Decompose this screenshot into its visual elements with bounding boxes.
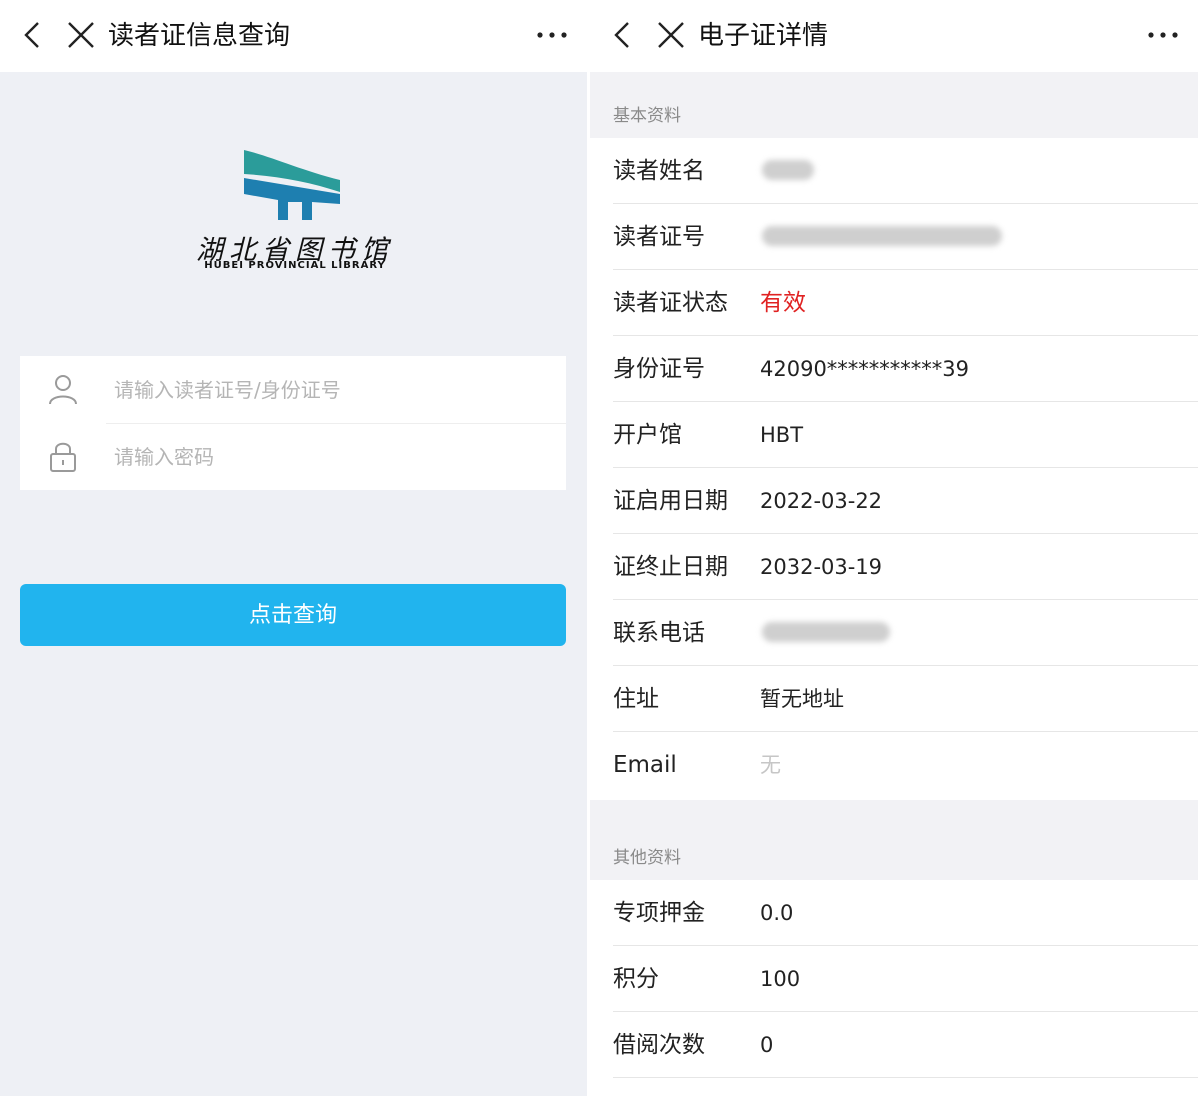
row-label: 身份证号 (613, 356, 705, 382)
row-value: 0.0 (760, 901, 794, 925)
row-phone: 联系电话 (590, 600, 1198, 666)
close-icon[interactable] (654, 18, 688, 52)
row-value: 2022-03-22 (760, 489, 883, 513)
row-issuing-library: 开户馆 HBT (590, 402, 1198, 468)
other-info-list: 专项押金 0.0 积分 100 借阅次数 0 (590, 880, 1198, 1096)
row-label: Email (613, 752, 677, 778)
row-address: 住址 暂无地址 (590, 666, 1198, 732)
more-options-icon[interactable] (1146, 22, 1180, 48)
library-name-english: HUBEI PROVINCIAL LIBRARY (204, 260, 386, 271)
user-icon (49, 375, 77, 405)
row-label: 证终止日期 (613, 554, 728, 580)
section-title: 基本资料 (613, 106, 681, 126)
navigation-bar: 电子证详情 (590, 0, 1198, 72)
row-reader-card-number: 读者证号 (590, 204, 1198, 270)
status-badge: 有效 (760, 290, 806, 316)
other-info-header: 其他资料 (590, 814, 1198, 880)
redacted-value (762, 160, 814, 180)
more-options-icon[interactable] (535, 22, 569, 48)
login-form (20, 356, 566, 490)
row-points: 积分 100 (590, 946, 1198, 1012)
row-label: 联系电话 (613, 620, 705, 646)
row-card-status: 读者证状态 有效 (590, 270, 1198, 336)
card-number-input[interactable] (112, 370, 536, 410)
basic-info-list: 读者姓名 读者证号 读者证状态 有效 身份证号 42090***********… (590, 138, 1198, 800)
query-button[interactable]: 点击查询 (20, 584, 566, 646)
library-logo-mark-icon (244, 150, 340, 220)
row-label: 读者证号 (613, 224, 705, 250)
row-label: 专项押金 (613, 900, 705, 926)
row-label: 借阅次数 (613, 1032, 705, 1058)
row-value: HBT (760, 423, 804, 447)
e-card-detail-page: 电子证详情 基本资料 读者姓名 读者证号 读者证状态 有效 身份证号 42090… (590, 0, 1198, 1096)
row-deposit: 专项押金 0.0 (590, 880, 1198, 946)
library-logo: 湖北省图书馆 HUBEI PROVINCIAL LIBRARY (190, 148, 400, 278)
redacted-value (762, 622, 890, 642)
password-input[interactable] (112, 437, 536, 477)
page-title: 读者证信息查询 (108, 21, 291, 51)
redacted-value (762, 226, 1002, 246)
row-value: 2032-03-19 (760, 555, 883, 579)
lock-icon (50, 442, 76, 472)
row-value: 100 (760, 967, 801, 991)
row-reader-name: 读者姓名 (590, 138, 1198, 204)
row-value: 无 (760, 753, 781, 777)
close-icon[interactable] (64, 18, 98, 52)
row-borrow-count: 借阅次数 0 (590, 1012, 1198, 1078)
row-label: 住址 (613, 686, 659, 712)
back-arrow-icon[interactable] (18, 20, 48, 50)
row-value: 暂无地址 (760, 687, 844, 711)
basic-info-header: 基本资料 (590, 72, 1198, 138)
row-email: Email 无 (590, 732, 1198, 798)
card-number-field (20, 356, 566, 424)
row-value: 42090***********39 (760, 357, 970, 381)
row-label: 开户馆 (613, 422, 682, 448)
reader-card-query-page: 读者证信息查询 湖北省图书馆 HUBEI PROVINCIAL LIBRARY (0, 0, 587, 1096)
back-arrow-icon[interactable] (608, 20, 638, 50)
row-label: 证启用日期 (613, 488, 728, 514)
row-start-date: 证启用日期 2022-03-22 (590, 468, 1198, 534)
row-label: 读者证状态 (613, 290, 728, 316)
row-id-number: 身份证号 42090***********39 (590, 336, 1198, 402)
section-title: 其他资料 (613, 848, 681, 868)
navigation-bar: 读者证信息查询 (0, 0, 587, 72)
page-title: 电子证详情 (698, 21, 829, 51)
password-field (20, 423, 566, 490)
row-label: 读者姓名 (613, 158, 705, 184)
row-label: 积分 (613, 966, 659, 992)
row-value: 0 (760, 1033, 774, 1057)
row-end-date: 证终止日期 2032-03-19 (590, 534, 1198, 600)
